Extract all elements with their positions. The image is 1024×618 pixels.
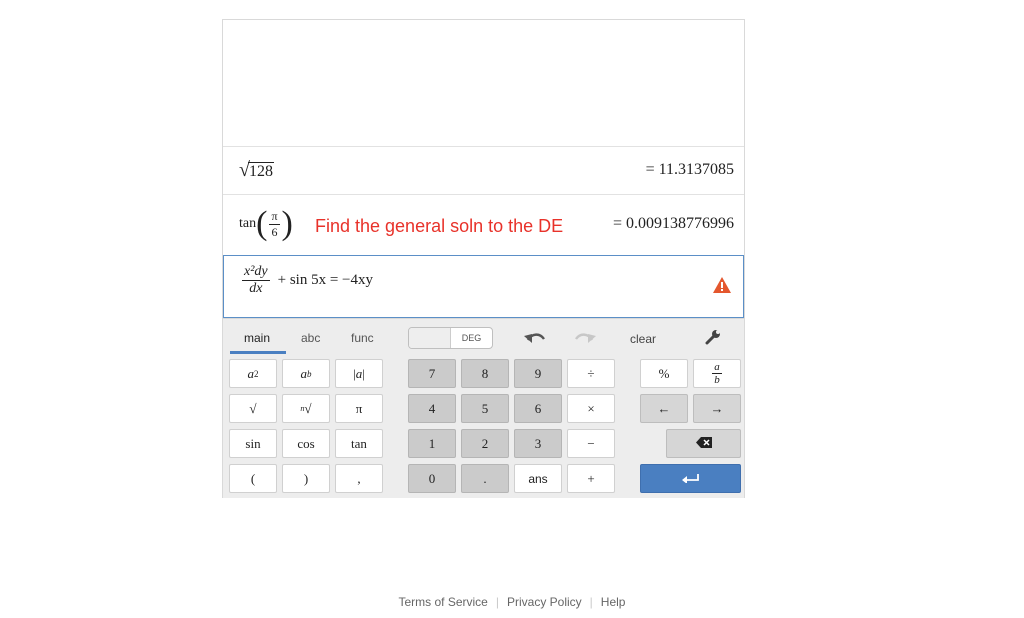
fraction: π 6 [269,208,280,240]
numerator: x²dy [242,264,270,281]
active-expression-row[interactable]: x²dy dx + sin 5x = −4xy [223,255,744,318]
tab-main[interactable]: main [244,331,270,345]
expression-row[interactable]: tan ( π 6 ) Find the general soln to the… [223,194,744,255]
key-right-arrow[interactable]: → [693,394,741,423]
key-square[interactable]: a2 [229,359,277,388]
expression-list: √128 = 11.3137085 tan ( π 6 ) Find the g… [223,20,744,318]
clear-button[interactable]: clear [630,332,656,346]
key-0[interactable]: 0 [408,464,456,493]
key-4[interactable]: 4 [408,394,456,423]
denominator: 6 [271,224,278,239]
expression-result: = 0.009138776996 [612,215,734,232]
denominator: dx [249,281,263,296]
key-nth-root[interactable]: n √ [282,394,330,423]
key-sin[interactable]: sin [229,429,277,458]
keypad: main abc func DEG clear a2 ab | a | √ n √ π… [223,318,744,498]
deg-toggle[interactable]: DEG [408,327,493,349]
tab-abc[interactable]: abc [301,331,320,345]
key-comma[interactable]: , [335,464,383,493]
privacy-link[interactable]: Privacy Policy [507,595,582,609]
sqrt-expression: √128 [239,159,274,181]
expression-row[interactable]: √128 = 11.3137085 [223,146,744,194]
key-decimal[interactable]: . [461,464,509,493]
key-1[interactable]: 1 [408,429,456,458]
deg-option[interactable]: DEG [451,328,492,348]
undo-icon[interactable] [524,331,546,348]
key-abs[interactable]: | a | [335,359,383,388]
note-text: Find the general soln to the DE [315,216,564,236]
expression-rest: + sin 5x = −4xy [277,272,374,288]
footer: Terms of Service | Privacy Policy | Help [398,595,626,609]
key-6[interactable]: 6 [514,394,562,423]
radicand: 128 [247,162,274,180]
tan-expression: tan ( π 6 ) [239,205,293,242]
wrench-icon[interactable] [705,329,721,350]
help-link[interactable]: Help [601,595,626,609]
key-percent[interactable]: % [640,359,688,388]
redo-icon[interactable] [574,331,596,348]
key-left-arrow[interactable]: ← [640,394,688,423]
function-name: tan [239,216,257,231]
expression-result: = 11.3137085 [645,161,734,178]
key-9[interactable]: 9 [514,359,562,388]
key-multiply[interactable]: × [567,394,615,423]
key-ans[interactable]: ans [514,464,562,493]
active-tab-indicator [230,351,286,354]
key-close-paren[interactable]: ) [282,464,330,493]
key-8[interactable]: 8 [461,359,509,388]
enter-icon [681,471,700,487]
rad-option[interactable] [409,328,451,348]
key-sqrt[interactable]: √ [229,394,277,423]
key-pi[interactable]: π [335,394,383,423]
calculator: √128 = 11.3137085 tan ( π 6 ) Find the g… [222,19,745,498]
backspace-key[interactable] [666,429,741,458]
key-power[interactable]: ab [282,359,330,388]
key-2[interactable]: 2 [461,429,509,458]
key-cos[interactable]: cos [282,429,330,458]
enter-key[interactable] [640,464,741,493]
key-minus[interactable]: − [567,429,615,458]
key-fraction[interactable]: ab [693,359,741,388]
key-plus[interactable]: + [567,464,615,493]
key-divide[interactable]: ÷ [567,359,615,388]
terms-link[interactable]: Terms of Service [399,595,488,609]
numerator: π [269,208,280,225]
key-5[interactable]: 5 [461,394,509,423]
key-open-paren[interactable]: ( [229,464,277,493]
backspace-icon [695,436,712,452]
key-tan[interactable]: tan [335,429,383,458]
derivative-fraction: x²dy dx [242,264,270,297]
key-7[interactable]: 7 [408,359,456,388]
warning-icon[interactable] [713,277,731,298]
de-expression: x²dy dx + sin 5x = −4xy [240,264,373,297]
key-3[interactable]: 3 [514,429,562,458]
tab-func[interactable]: func [351,331,374,345]
